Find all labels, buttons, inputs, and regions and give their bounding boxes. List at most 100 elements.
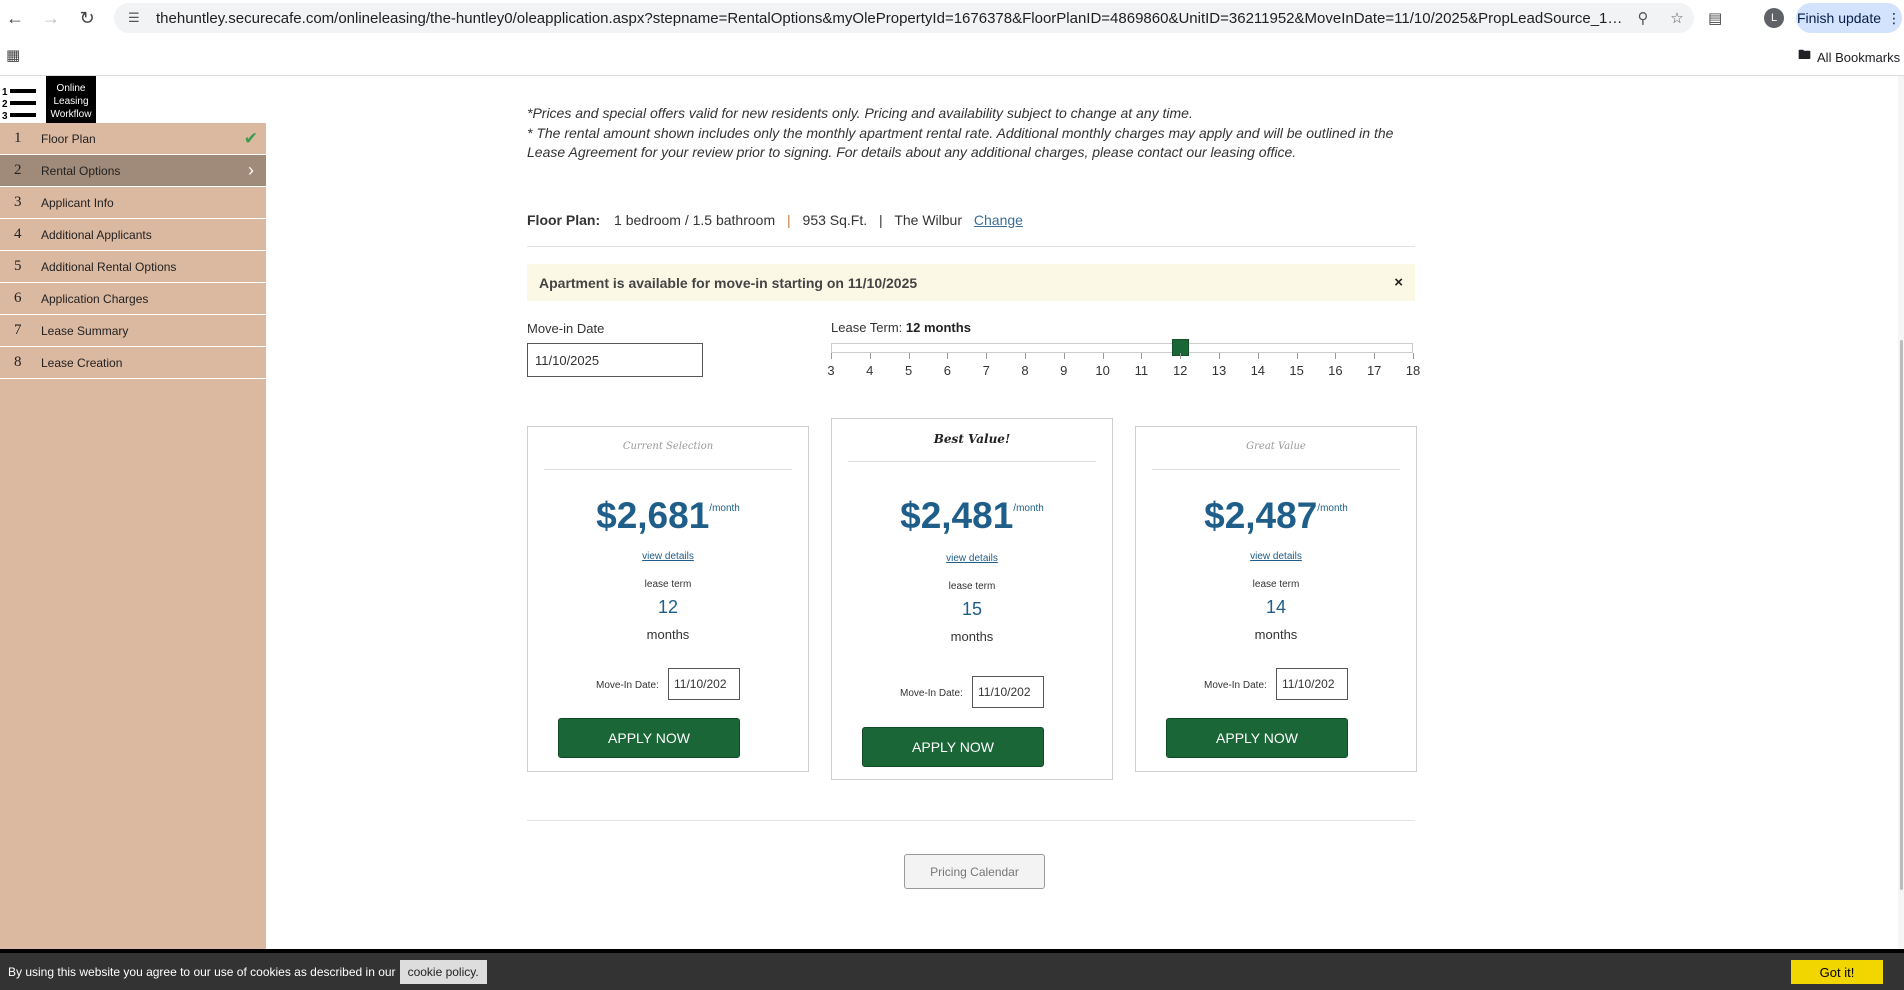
move-in-date-label: Move-in Date	[527, 321, 605, 336]
badge-line: Workflow	[50, 109, 92, 120]
workflow-badge: Online Leasing Workflow	[46, 76, 96, 123]
lease-term-months: 14	[1265, 597, 1287, 617]
pricing-calendar-button[interactable]: Pricing Calendar	[904, 854, 1045, 889]
slider-tick-mark	[1335, 353, 1337, 359]
apply-now-button[interactable]: APPLY NOW	[1166, 718, 1348, 758]
cookie-consent-bar: By using this website you agree to our u…	[0, 949, 1904, 990]
step-label: Additional Applicants	[41, 227, 152, 242]
slider-tick-mark	[1219, 353, 1220, 359]
slider-tick-label: 7	[982, 363, 990, 378]
profile-avatar[interactable]: L	[1764, 8, 1784, 28]
lease-term-caption: Lease Term:	[831, 320, 903, 335]
reload-icon[interactable]: ↻	[74, 5, 100, 31]
lease-term-caption: lease term	[644, 579, 692, 590]
price-amount: $2,681	[596, 495, 710, 536]
step-floor-plan[interactable]: 1 Floor Plan ✔	[0, 123, 266, 155]
slider-tick-mark	[1257, 353, 1259, 359]
step-label: Rental Options	[41, 163, 121, 178]
slider-tick-label: 6	[943, 363, 952, 378]
slider-tick-label: 3	[827, 363, 835, 378]
step-number: 8	[14, 354, 22, 370]
forward-arrow-icon[interactable]: →	[38, 5, 64, 31]
step-additional-rental-options[interactable]: 5 Additional Rental Options	[0, 251, 266, 283]
slider-tick-mark	[1063, 353, 1065, 359]
checkmark-icon: ✔	[243, 128, 258, 148]
floor-plan-summary: Floor Plan: 1 bedroom / 1.5 bathroom | 9…	[527, 212, 1023, 228]
apply-now-button[interactable]: APPLY NOW	[862, 727, 1044, 767]
step-lease-summary[interactable]: 7 Lease Summary	[0, 315, 266, 347]
pricing-card-great-value: Great Value $2,487/month view details le…	[1135, 426, 1417, 772]
lease-term-label: Lease Term: 12 months	[831, 320, 971, 335]
slider-tick-label: 14	[1250, 363, 1266, 378]
pricing-card-best-value: Best Value! $2,481/month view details le…	[831, 418, 1113, 780]
beds-baths: 1 bedroom / 1.5 bathroom	[614, 212, 776, 228]
step-rental-options[interactable]: 2 Rental Options ›	[0, 155, 266, 187]
scrollbar-thumb[interactable]	[1900, 340, 1903, 890]
apps-grid-icon[interactable]: ▦	[6, 46, 20, 64]
url-text: thehuntley.securecafe.com/onlineleasing/…	[156, 9, 1626, 27]
folder-icon: 🖿	[1798, 47, 1812, 62]
card-price: $2,487/month	[1136, 495, 1416, 537]
slider-tick-label: 13	[1211, 363, 1227, 378]
card-banner: Current Selection	[544, 437, 792, 470]
slider-tick-mark	[831, 353, 832, 359]
slider-tick-mark	[1141, 353, 1143, 359]
workflow-sidebar: 1 2 3 Online Leasing Workflow 1 Floor Pl…	[0, 76, 266, 949]
pricing-notice: *Prices and special offers valid for new…	[527, 104, 1407, 163]
card-price: $2,481/month	[832, 495, 1112, 537]
notice-line: *Prices and special offers valid for new…	[527, 105, 1193, 121]
back-arrow-icon[interactable]: ←	[2, 5, 28, 31]
cookie-message: By using this website you agree to our u…	[8, 964, 396, 979]
zoom-icon[interactable]: ⚲	[1626, 9, 1660, 27]
finish-update-button[interactable]: Finish update ⋮	[1796, 3, 1902, 33]
cookie-policy-link[interactable]: cookie policy.	[399, 959, 487, 984]
svg-text:1: 1	[2, 87, 8, 98]
lease-term-slider-ticks: 3 4 5 6 7 8 9 10 11 12 13 14 15 16 17 18	[827, 353, 1420, 383]
card-banner: Best Value!	[848, 429, 1096, 462]
lease-term-months: 12	[657, 597, 679, 617]
tab-search-icon[interactable]: ▤	[1708, 5, 1722, 31]
lease-term-caption: lease term	[948, 581, 996, 592]
slider-tick-mark	[1296, 353, 1298, 359]
view-details-link[interactable]: view details	[1136, 551, 1416, 562]
view-details-link[interactable]: view details	[832, 553, 1112, 564]
step-label: Additional Rental Options	[41, 259, 177, 274]
step-label: Lease Summary	[41, 323, 129, 338]
price-period: /month	[1013, 503, 1044, 514]
square-feet: 953 Sq.Ft.	[802, 212, 868, 228]
address-bar[interactable]: ☰ thehuntley.securecafe.com/onlineleasin…	[114, 3, 1694, 33]
step-number: 6	[14, 290, 22, 306]
close-icon[interactable]: ×	[1394, 274, 1403, 291]
all-bookmarks-button[interactable]: 🖿 All Bookmarks	[1798, 46, 1900, 68]
step-number: 5	[14, 258, 22, 274]
bookmark-star-icon[interactable]: ☆	[1660, 9, 1694, 27]
svg-text:3: 3	[2, 111, 8, 120]
card-move-in-input[interactable]	[1276, 668, 1348, 700]
lease-term-slider-track[interactable]	[831, 343, 1413, 353]
pricing-card-current: Current Selection $2,681/month view deta…	[527, 426, 809, 772]
step-number: 2	[14, 162, 22, 178]
browser-chrome: ← → ↻ ☰ thehuntley.securecafe.com/online…	[0, 0, 1904, 76]
badge-line: Leasing	[53, 96, 89, 107]
card-move-in-input[interactable]	[972, 676, 1044, 708]
got-it-button[interactable]: Got it!	[1791, 960, 1883, 984]
step-lease-creation[interactable]: 8 Lease Creation	[0, 347, 266, 379]
step-number: 3	[14, 194, 22, 210]
price-amount: $2,481	[900, 495, 1014, 536]
view-details-link[interactable]: view details	[528, 551, 808, 562]
numbered-list-icon[interactable]: 1 2 3	[2, 86, 40, 120]
step-application-charges[interactable]: 6 Application Charges	[0, 283, 266, 315]
slider-tick-label: 15	[1289, 363, 1304, 378]
card-move-in-input[interactable]	[668, 668, 740, 700]
site-info-icon[interactable]: ☰	[128, 10, 144, 26]
step-number: 7	[14, 322, 22, 338]
slider-tick-label: 17	[1366, 363, 1382, 378]
move-in-date-input[interactable]	[527, 343, 703, 377]
step-applicant-info[interactable]: 3 Applicant Info	[0, 187, 266, 219]
lease-term-unit: months	[646, 627, 690, 642]
apply-now-button[interactable]: APPLY NOW	[558, 718, 740, 758]
change-floor-plan-link[interactable]: Change	[974, 212, 1023, 228]
finish-update-label: Finish update	[1796, 10, 1882, 26]
slider-tick-mark	[869, 353, 871, 359]
step-additional-applicants[interactable]: 4 Additional Applicants	[0, 219, 266, 251]
